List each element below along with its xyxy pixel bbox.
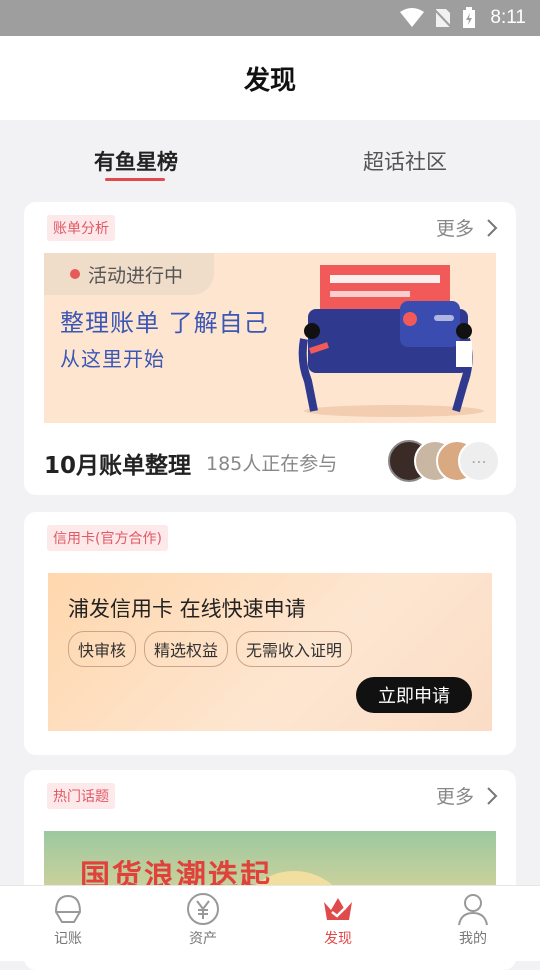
status-bar: 8:11 xyxy=(0,0,540,36)
chip-selected-benefits: 精选权益 xyxy=(144,631,229,667)
credit-card-banner[interactable]: 浦发信用卡 在线快速申请 快审核 精选权益 无需收入证明 立即申请 xyxy=(48,573,492,731)
tab-super-topic[interactable]: 超话社区 xyxy=(363,146,447,176)
bill-analysis-card[interactable]: 账单分析 更多 活动进行中 整理账单 了解自己 从这里开始 10月账单整理 18… xyxy=(24,202,516,495)
nav-label: 记账 xyxy=(54,931,82,947)
banner-subline: 从这里开始 xyxy=(60,347,165,371)
credit-card-title: 浦发信用卡 在线快速申请 xyxy=(68,597,306,621)
page-title: 发现 xyxy=(243,65,296,96)
credit-card-tag: 信用卡(官方合作) xyxy=(47,525,168,551)
nav-label: 资产 xyxy=(189,931,217,947)
person-icon xyxy=(458,894,488,926)
tab-star-ranking[interactable]: 有鱼星榜 xyxy=(94,146,178,176)
nav-bookkeeping[interactable]: 记账 xyxy=(18,892,118,948)
apply-now-button[interactable]: 立即申请 xyxy=(356,677,472,713)
nav-assets[interactable]: 资产 xyxy=(153,892,253,948)
nav-label: 发现 xyxy=(324,931,352,947)
hot-topics-tag: 热门话题 xyxy=(47,783,115,809)
credit-card-card[interactable]: 信用卡(官方合作) 浦发信用卡 在线快速申请 快审核 精选权益 无需收入证明 立… xyxy=(24,512,516,755)
banner-headline: 整理账单 了解自己 xyxy=(60,309,269,337)
bill-more-link[interactable]: 更多 xyxy=(436,214,498,241)
activity-dot xyxy=(70,269,80,279)
activity-label: 活动进行中 xyxy=(88,264,184,287)
chevron-right-icon xyxy=(487,218,498,237)
more-label: 更多 xyxy=(435,786,474,808)
bottom-nav: 记账 资产 发现 我的 xyxy=(0,885,540,961)
chip-fast-review: 快审核 xyxy=(68,631,137,667)
participant-count: 185人正在参与 xyxy=(206,453,338,475)
nav-label: 我的 xyxy=(459,931,487,947)
bill-campaign-title: 10月账单整理 xyxy=(44,453,192,479)
battery-charging-icon xyxy=(463,7,476,28)
bill-analysis-tag: 账单分析 xyxy=(47,215,115,241)
header: 发现 xyxy=(0,36,540,120)
tab-active-indicator xyxy=(105,178,165,181)
topics-more-link[interactable]: 更多 xyxy=(436,782,498,809)
bookkeeping-icon xyxy=(54,894,82,923)
no-sim-icon xyxy=(434,8,453,29)
benefit-chips: 快审核 精选权益 无需收入证明 xyxy=(68,631,353,667)
wallet-illustration xyxy=(298,265,484,417)
nav-mine[interactable]: 我的 xyxy=(423,892,523,948)
activity-badge: 活动进行中 xyxy=(44,253,214,295)
crown-icon xyxy=(324,898,352,920)
tab-bar: 有鱼星榜 超话社区 xyxy=(0,120,540,194)
wifi-icon xyxy=(400,8,425,27)
chevron-right-icon xyxy=(487,786,498,805)
chip-no-income-proof: 无需收入证明 xyxy=(236,631,353,667)
nav-discover[interactable]: 发现 xyxy=(288,892,388,948)
participant-avatars[interactable]: ⋯ xyxy=(388,440,500,482)
status-time: 8:11 xyxy=(490,7,526,28)
yuan-icon xyxy=(187,893,219,925)
more-label: 更多 xyxy=(435,218,474,240)
bill-banner[interactable]: 活动进行中 整理账单 了解自己 从这里开始 xyxy=(44,253,496,423)
more-avatars-icon: ⋯ xyxy=(458,440,500,482)
